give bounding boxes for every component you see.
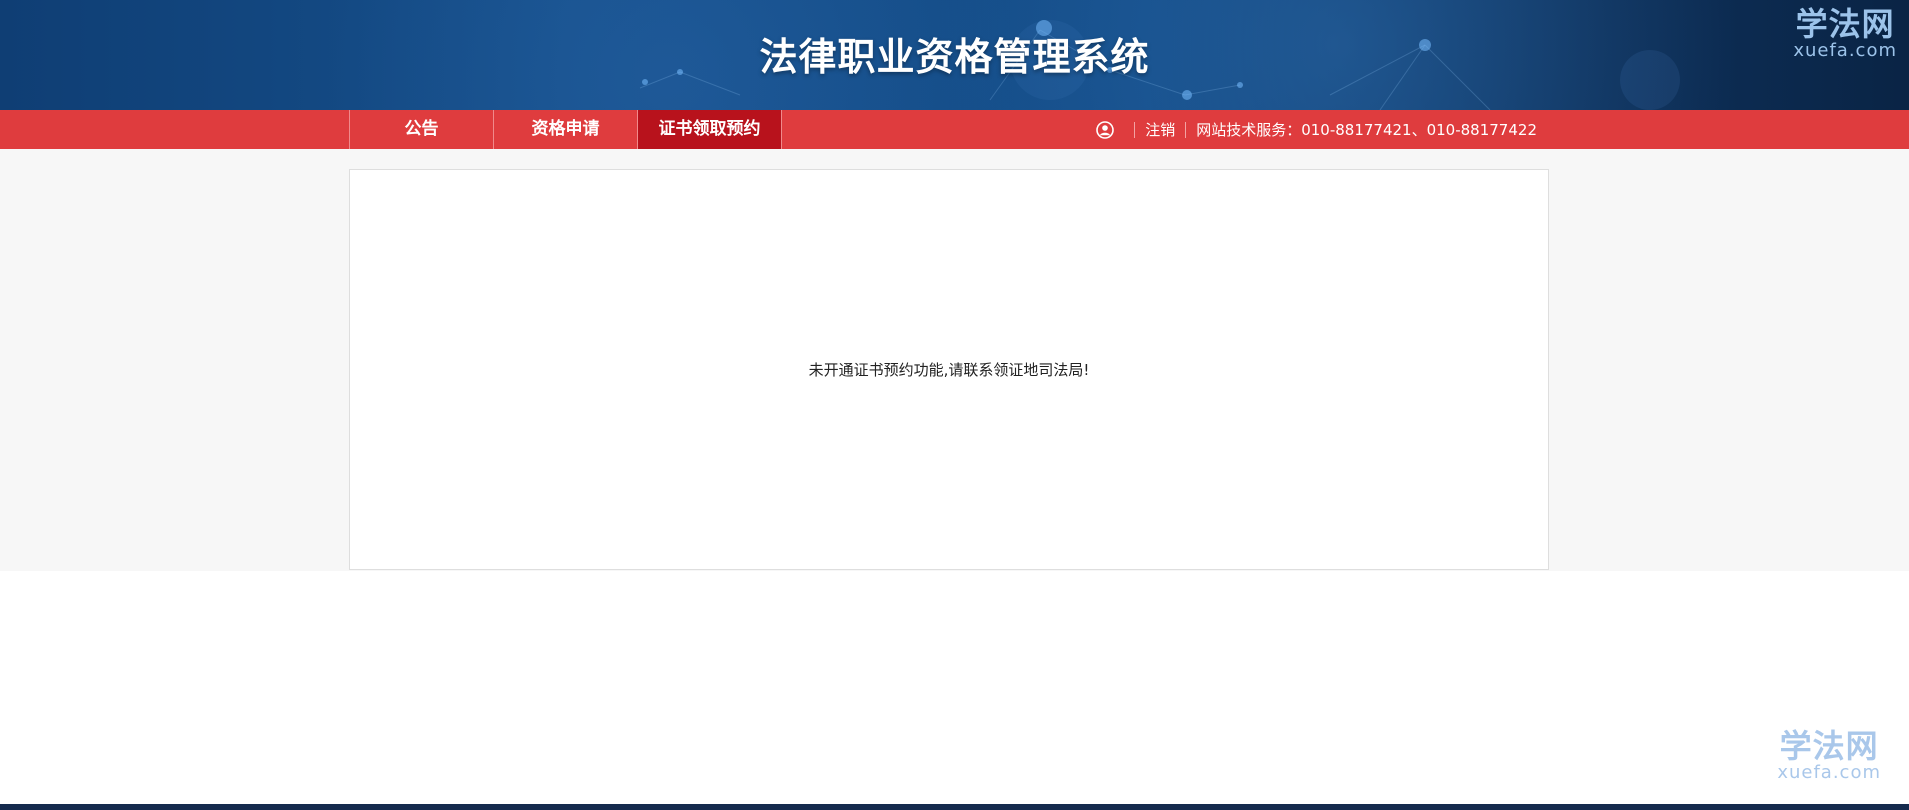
nav-inner: 公告 资格申请 证书领取预约 注销 网站技术服务：010-88177421、01…	[349, 110, 1549, 149]
tab-announcement[interactable]: 公告	[350, 110, 494, 149]
notice-message: 未开通证书预约功能,请联系领证地司法局!	[808, 361, 1090, 379]
watermark-en-bottom: xuefa.com	[1777, 762, 1881, 783]
logout-link[interactable]: 注销	[1145, 119, 1175, 140]
watermark-cn-bottom: 学法网	[1779, 727, 1879, 765]
header-banner: 法律职业资格管理系统 学法网 xuefa.com	[0, 0, 1909, 110]
main-panel: 未开通证书预约功能,请联系领证地司法局!	[349, 169, 1549, 570]
nav-tabs: 公告 资格申请 证书领取预约	[349, 110, 782, 149]
service-phone-text: 网站技术服务：010-88177421、010-88177422	[1196, 121, 1537, 139]
tab-certificate-appointment[interactable]: 证书领取预约	[638, 110, 782, 149]
nav-bar: 公告 资格申请 证书领取预约 注销 网站技术服务：010-88177421、01…	[0, 110, 1909, 149]
content-area: 未开通证书预约功能,请联系领证地司法局!	[0, 149, 1909, 571]
nav-right: 注销 网站技术服务：010-88177421、010-88177422	[1096, 110, 1537, 149]
watermark-en: xuefa.com	[1793, 40, 1897, 61]
watermark-logo-bottom: 学法网 xuefa.com	[1777, 730, 1881, 782]
watermark-logo: 学法网 xuefa.com	[1793, 8, 1897, 60]
watermark-cn: 学法网	[1795, 5, 1895, 43]
footer-line	[0, 804, 1909, 810]
page-title: 法律职业资格管理系统	[759, 35, 1150, 79]
divider	[1185, 121, 1187, 138]
tab-qualification-application[interactable]: 资格申请	[494, 110, 638, 149]
divider	[1134, 121, 1136, 138]
user-circle-icon[interactable]	[1096, 120, 1114, 139]
